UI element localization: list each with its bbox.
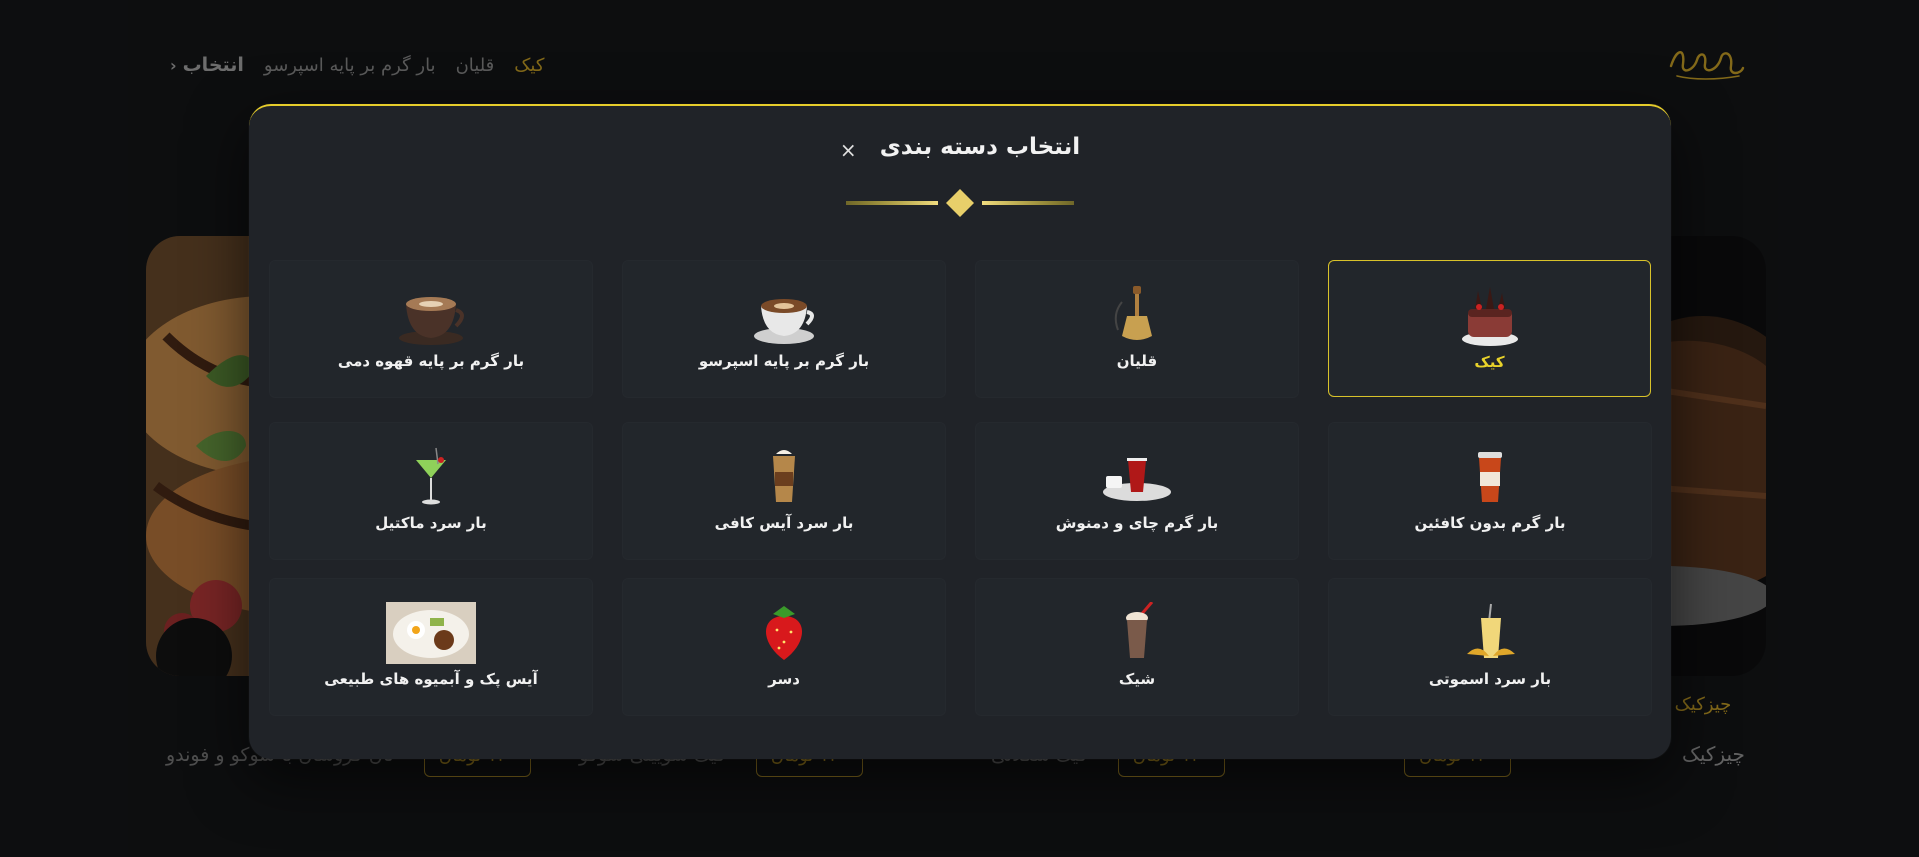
espresso-cup-icon [754,299,814,344]
coffee-cup-icon [399,297,464,345]
category-tile-smoothie[interactable]: بار سرد اسموتی [1328,578,1652,716]
category-tile-brewed-coffee[interactable]: بار گرم بر پایه قهوه دمی [269,260,593,398]
category-tile-decaf[interactable]: بار گرم بدون کافئین [1328,422,1652,560]
category-label: بار گرم چای و دمنوش [1055,514,1219,532]
cake-icon [1461,287,1518,346]
category-label: بار سرد ماکتیل [375,514,487,532]
category-label: بار گرم بر پایه اسپرسو [698,352,870,370]
category-tile-dessert[interactable]: دسر [622,578,946,716]
category-tile-hookah[interactable]: قلیان [975,260,1299,398]
category-tile-tea[interactable]: بار گرم چای و دمنوش [975,422,1299,560]
cocktail-icon [416,447,446,505]
modal-header: انتخاب دسته بندی × [249,134,1671,174]
category-tile-shake[interactable]: شیک [975,578,1299,716]
category-label: بار سرد اسموتی [1428,670,1552,688]
category-tile-iced-coffee[interactable]: بار سرد آیس کافی [622,422,946,560]
iced-coffee-icon [773,450,795,502]
smoothie-icon [1467,603,1515,658]
hookah-icon [1114,286,1152,340]
category-label: بار سرد آیس کافی [714,514,854,532]
close-icon[interactable]: × [840,138,857,162]
tea-glass-icon [1103,458,1171,501]
diamond-divider [846,189,1074,217]
category-tile-espresso[interactable]: بار گرم بر پایه اسپرسو [622,260,946,398]
takeaway-cup-icon [1478,452,1502,502]
category-tile-cake[interactable]: کیک [1328,260,1651,397]
category-tile-mocktail[interactable]: بار سرد ماکتیل [269,422,593,560]
category-grid: کیک قلیان بار گرم بر پایه اسپرسو بار گرم… [269,260,1652,724]
category-label: دسر [768,670,800,688]
category-label: بار گرم بدون کافئین [1414,514,1566,532]
category-modal: انتخاب دسته بندی × کیک قلیان بار گرم بر … [249,104,1671,759]
shake-icon [1126,602,1154,658]
modal-title: انتخاب دسته بندی [879,134,1081,160]
category-tile-ice-pack[interactable]: آیس پک و آبمیوه های طبیعی [269,578,593,716]
category-label: کیک [1474,353,1505,371]
category-label: قلیان [1116,352,1158,370]
strawberry-icon [765,606,803,660]
breakfast-plate-icon [386,602,476,664]
category-label: شیک [1118,670,1156,688]
category-label: بار گرم بر پایه قهوه دمی [337,352,525,370]
category-label: آیس پک و آبمیوه های طبیعی [324,670,538,688]
